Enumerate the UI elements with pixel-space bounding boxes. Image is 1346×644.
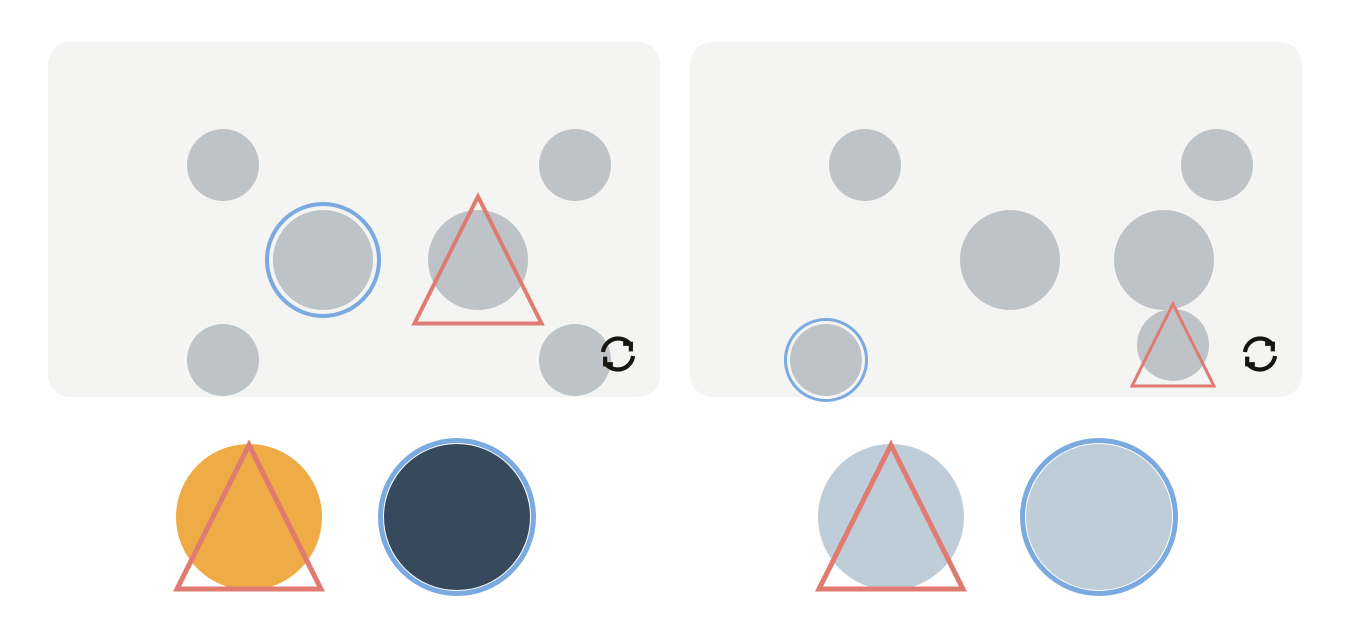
token-ai[interactable] bbox=[1125, 297, 1221, 393]
selection-ring bbox=[265, 202, 381, 318]
token-a-disc bbox=[1114, 210, 1214, 310]
token-cc-disc bbox=[829, 129, 901, 201]
warning-triangle-icon bbox=[172, 439, 326, 592]
selection-ring bbox=[784, 318, 868, 402]
sync-icon[interactable] bbox=[1238, 332, 1282, 376]
token-ci-disc bbox=[187, 324, 259, 396]
answer-option-navy-2[interactable] bbox=[377, 437, 537, 597]
selection-ring bbox=[378, 438, 536, 596]
token-c[interactable] bbox=[940, 190, 1080, 330]
token-cc-disc bbox=[187, 129, 259, 201]
answer-option-orange-8[interactable] bbox=[169, 437, 329, 597]
sync-icon[interactable] bbox=[596, 332, 640, 376]
sync-icon-glyph bbox=[600, 336, 636, 372]
answer-option-grey-8-triangle[interactable] bbox=[811, 437, 971, 597]
token-cc[interactable] bbox=[817, 117, 913, 213]
token-ci[interactable] bbox=[778, 312, 874, 408]
token-ci[interactable] bbox=[175, 312, 271, 408]
token-c-disc bbox=[960, 210, 1060, 310]
warning-triangle-icon bbox=[814, 439, 968, 592]
warning-triangle-icon bbox=[411, 192, 545, 326]
warning-triangle-icon bbox=[1129, 300, 1217, 388]
sync-icon-glyph bbox=[1242, 336, 1278, 372]
answer-option-grey-8-ring[interactable] bbox=[1019, 437, 1179, 597]
selection-ring bbox=[1020, 438, 1178, 596]
token-c[interactable] bbox=[253, 190, 393, 330]
token-a[interactable] bbox=[408, 190, 548, 330]
token-ac-disc bbox=[539, 129, 611, 201]
